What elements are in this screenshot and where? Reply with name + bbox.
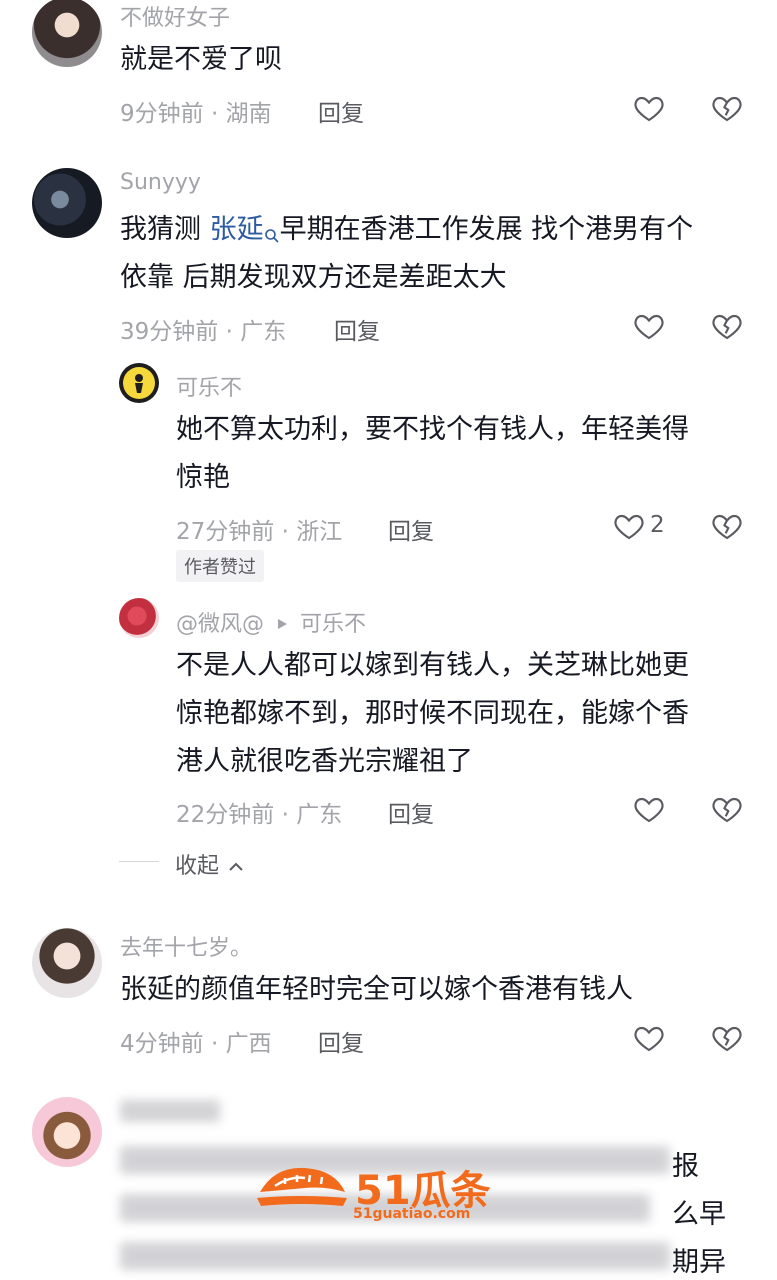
play-triangle-icon	[275, 612, 289, 629]
comment-text-fragment: 期异	[672, 1247, 726, 1278]
comment-username[interactable]: 去年十七岁。	[120, 930, 252, 962]
blurred-text-line	[120, 1242, 670, 1270]
avatar-reply-2[interactable]	[119, 598, 159, 638]
reply-button[interactable]: 回复	[388, 512, 434, 546]
reply-button[interactable]: 回复	[318, 1024, 364, 1058]
reply-to-username[interactable]: 可乐不	[300, 612, 366, 637]
comment-text: 就是不爱了呗	[120, 44, 282, 75]
watermark-url: 51guatiao.com	[353, 1206, 471, 1222]
mention-link[interactable]: 张延	[210, 214, 264, 245]
reply-username[interactable]: 可乐不	[176, 370, 242, 402]
reply-text-line-1: 不是人人都可以嫁到有钱人，关芝琳比她更	[176, 650, 689, 681]
broken-heart-icon[interactable]	[710, 510, 744, 542]
comment-text-line-1: 我猜测 张延 早期在香港工作发展 找个港男有个	[120, 206, 693, 254]
broken-heart-icon[interactable]	[710, 1022, 744, 1054]
comment-text: 张延的颜值年轻时完全可以嫁个香港有钱人	[120, 974, 633, 1005]
reply-button[interactable]: 回复	[388, 795, 434, 829]
reply-text-line-3: 港人就很吃香光宗耀祖了	[176, 746, 473, 777]
comment-text-line-2: 依靠 后期发现双方还是差距太大	[120, 262, 507, 293]
collapse-replies-button[interactable]: 收起	[175, 848, 244, 880]
broken-heart-icon[interactable]	[710, 92, 744, 124]
reply-text-line-2: 惊艳	[176, 462, 230, 493]
like-count: 2	[650, 512, 665, 538]
comment-text-fragment: 么早	[672, 1199, 726, 1230]
comment-text-fragment: 报	[672, 1151, 699, 1182]
collapse-label: 收起	[175, 854, 220, 879]
reply-meta: 27分钟前 · 浙江	[176, 519, 343, 545]
heart-outline-icon[interactable]	[632, 92, 666, 124]
comment-username[interactable]: Sunyyy	[120, 170, 201, 195]
comment-username[interactable]: 不做好女子	[120, 0, 230, 32]
divider	[119, 861, 159, 862]
avatar-user-1[interactable]	[32, 0, 102, 67]
reply-text-line-1: 她不算太功利，要不找个有钱人，年轻美得	[176, 414, 689, 445]
avatar-user-3[interactable]	[32, 928, 102, 998]
heart-outline-icon[interactable]	[632, 793, 666, 825]
avatar-user-4[interactable]	[32, 1097, 102, 1167]
reply-button[interactable]: 回复	[334, 312, 380, 346]
search-icon[interactable]	[264, 212, 280, 243]
comment-meta: 9分钟前 · 湖南	[120, 101, 272, 127]
broken-heart-icon[interactable]	[710, 793, 744, 825]
comment-meta: 4分钟前 · 广西	[120, 1031, 272, 1057]
reply-button[interactable]: 回复	[318, 94, 364, 128]
comment-text-pre: 我猜测	[120, 214, 210, 245]
broken-heart-icon[interactable]	[710, 310, 744, 342]
heart-outline-icon[interactable]	[632, 1022, 666, 1054]
heart-outline-icon[interactable]	[632, 310, 666, 342]
heart-outline-icon[interactable]	[612, 510, 646, 542]
author-liked-badge: 作者赞过	[176, 550, 264, 582]
comment-meta: 39分钟前 · 广东	[120, 319, 287, 345]
avatar-reply-1[interactable]	[119, 363, 159, 403]
watermark: 51瓜条 51guatiao.com	[255, 1158, 525, 1228]
avatar-user-2[interactable]	[32, 168, 102, 238]
comment-text-post: 早期在香港工作发展 找个港男有个	[279, 214, 694, 245]
reply-username[interactable]: @微风@	[176, 612, 264, 637]
watermark-logo-icon	[255, 1162, 350, 1214]
reply-text-line-2: 惊艳都嫁不到，那时候不同现在，能嫁个香	[176, 698, 689, 729]
chevron-up-icon	[228, 854, 244, 871]
reply-meta: 22分钟前 · 广东	[176, 802, 343, 828]
reply-username-row: @微风@ 可乐不	[176, 606, 366, 638]
blurred-username	[120, 1100, 220, 1122]
